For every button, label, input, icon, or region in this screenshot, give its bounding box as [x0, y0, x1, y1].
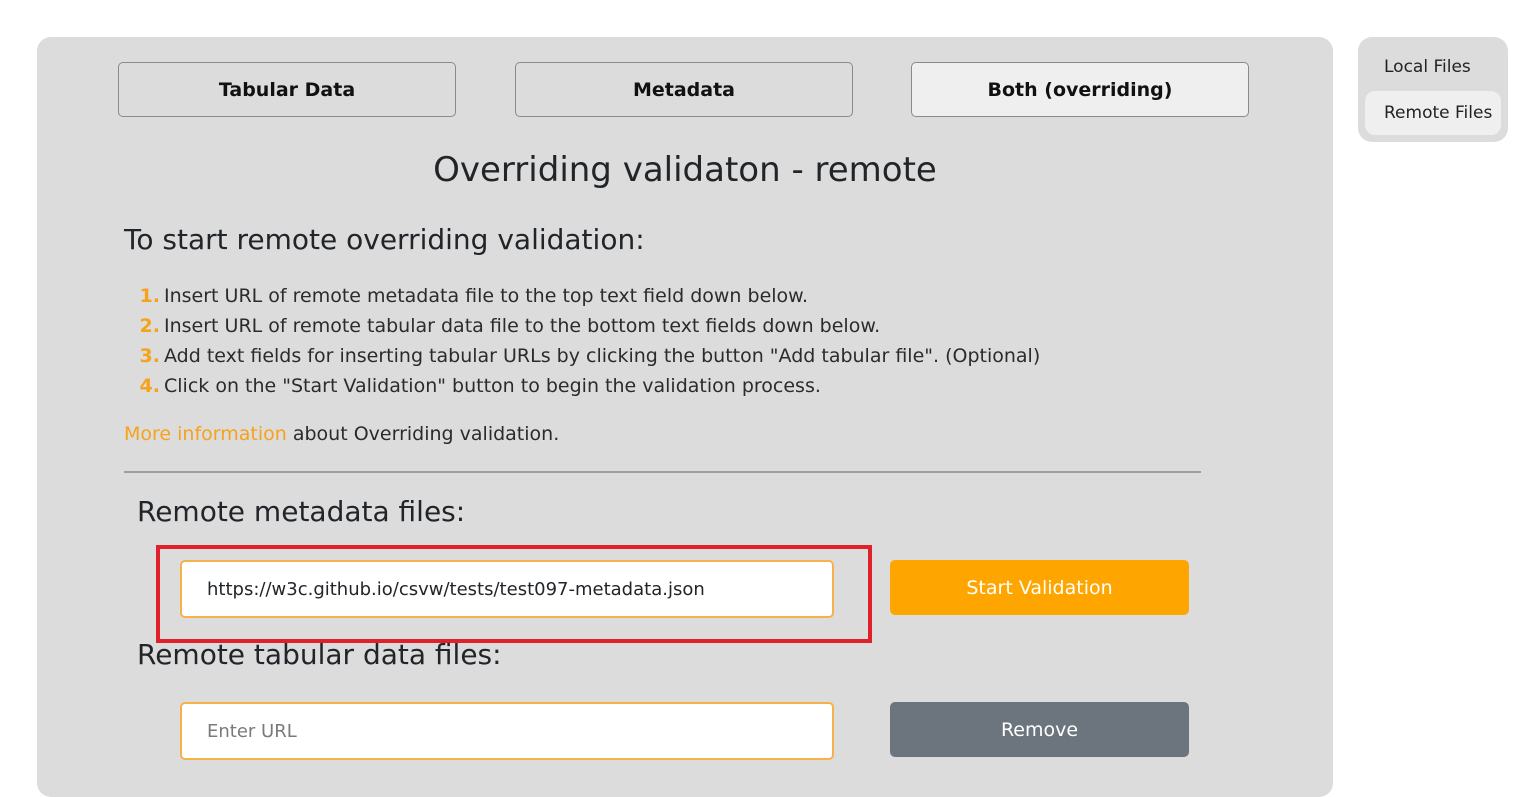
- instructions-heading: To start remote overriding validation:: [124, 223, 645, 256]
- tabular-section-heading: Remote tabular data files:: [137, 638, 502, 671]
- tab-tabular-data[interactable]: Tabular Data: [118, 62, 456, 117]
- step-number: 1.: [139, 285, 160, 307]
- metadata-url-input[interactable]: [180, 560, 834, 618]
- more-info-text: about Overriding validation.: [286, 423, 560, 445]
- step-text: Insert URL of remote metadata file to th…: [164, 285, 808, 307]
- step-text: Add text fields for inserting tabular UR…: [164, 345, 1041, 367]
- remove-button[interactable]: Remove: [890, 702, 1189, 757]
- side-nav: Local Files Remote Files: [1358, 37, 1508, 142]
- list-item: 3. Add text fields for inserting tabular …: [124, 341, 1041, 371]
- mode-tabs: Tabular Data Metadata Both (overriding): [118, 62, 1252, 119]
- step-number: 4.: [139, 375, 160, 397]
- list-item: 1. Insert URL of remote metadata file to …: [124, 281, 1040, 311]
- divider: [124, 471, 1201, 473]
- tabular-url-input[interactable]: [180, 702, 834, 760]
- side-nav-local-files[interactable]: Local Files: [1365, 45, 1501, 89]
- tab-both-overriding[interactable]: Both (overriding): [911, 62, 1249, 117]
- instruction-steps: 1. Insert URL of remote metadata file to …: [124, 281, 1041, 401]
- list-item: 2. Insert URL of remote tabular data file…: [124, 311, 1040, 341]
- tab-metadata[interactable]: Metadata: [515, 62, 853, 117]
- metadata-section-heading: Remote metadata files:: [137, 495, 466, 528]
- side-nav-remote-files[interactable]: Remote Files: [1365, 91, 1501, 135]
- step-number: 3.: [139, 345, 160, 367]
- more-information-link[interactable]: More information: [124, 423, 287, 445]
- step-text: Insert URL of remote tabular data file t…: [164, 315, 881, 337]
- list-item: 4. Click on the "Start Validation" button…: [124, 371, 1040, 401]
- step-number: 2.: [139, 315, 160, 337]
- step-text: Click on the "Start Validation" button t…: [164, 375, 821, 397]
- more-info-line: More information about Overriding valida…: [124, 423, 559, 445]
- start-validation-button[interactable]: Start Validation: [890, 560, 1189, 615]
- main-panel: Tabular Data Metadata Both (overriding) …: [37, 37, 1333, 797]
- page-title: Overriding validaton - remote: [433, 150, 937, 190]
